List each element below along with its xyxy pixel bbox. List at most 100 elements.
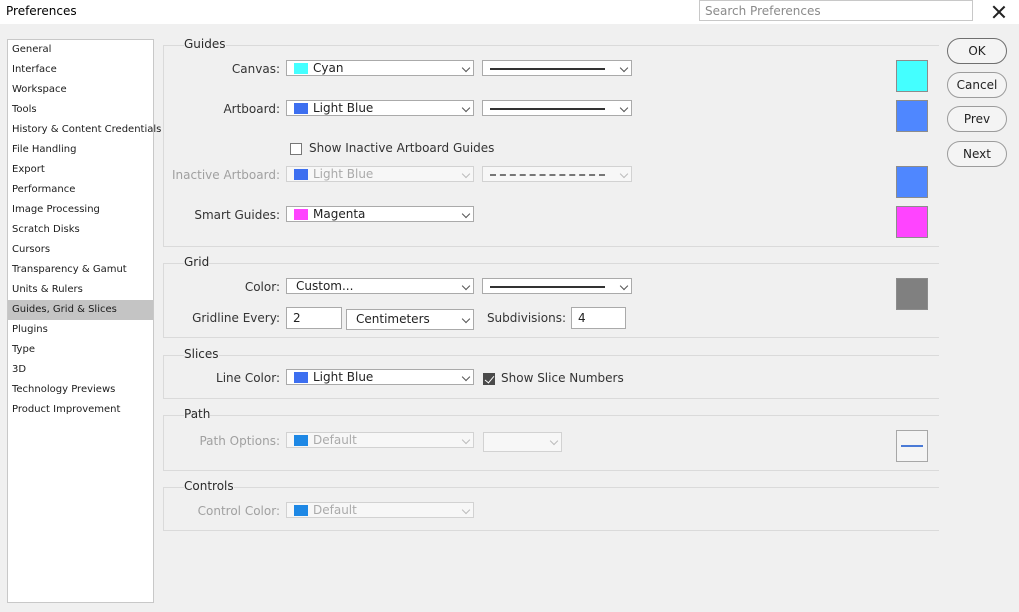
slice-line-color-value: Light Blue xyxy=(313,370,374,384)
slice-line-color-select[interactable]: Light Blue xyxy=(286,369,474,385)
smart-guides-color-select[interactable]: Magenta xyxy=(286,206,474,222)
control-color-value: Default xyxy=(313,503,357,517)
guides-title: Guides xyxy=(184,37,226,51)
sidebar-item-general[interactable]: General xyxy=(8,40,153,60)
subdivisions-label: Subdivisions: xyxy=(486,311,566,325)
smart-guides-color-preview[interactable] xyxy=(896,206,928,238)
control-color-select[interactable]: Default xyxy=(286,502,474,518)
control-color-swatch xyxy=(294,505,308,516)
path-options-label: Path Options: xyxy=(199,434,280,448)
grid-style-select[interactable] xyxy=(482,278,632,294)
path-color-swatch xyxy=(294,435,308,446)
sidebar-item-transparency[interactable]: Transparency & Gamut xyxy=(8,260,153,280)
artboard-color-select[interactable]: Light Blue xyxy=(286,100,474,116)
smart-guides-label: Smart Guides: xyxy=(194,208,280,222)
search-input[interactable] xyxy=(699,0,973,21)
show-slice-numbers-label: Show Slice Numbers xyxy=(501,371,624,385)
smart-guides-color-swatch xyxy=(294,209,308,220)
gridline-unit-select[interactable]: Centimeters xyxy=(346,309,474,330)
chevron-down-icon xyxy=(461,103,471,113)
dashed-line-icon xyxy=(490,174,605,176)
sidebar-item-cursors[interactable]: Cursors xyxy=(8,240,153,260)
sidebar-item-image-processing[interactable]: Image Processing xyxy=(8,200,153,220)
close-icon[interactable] xyxy=(990,3,1008,21)
gridline-every-label: Gridline Every: xyxy=(192,311,280,325)
chevron-down-icon xyxy=(619,281,629,291)
preferences-sidebar: General Interface Workspace Tools Histor… xyxy=(7,39,161,603)
sidebar-item-3d[interactable]: 3D xyxy=(8,360,153,380)
canvas-color-select[interactable]: Cyan xyxy=(286,60,474,76)
artboard-style-select[interactable] xyxy=(482,100,632,116)
artboard-color-value: Light Blue xyxy=(313,101,374,115)
inactive-artboard-label: Inactive Artboard: xyxy=(172,168,280,182)
path-options-value: Default xyxy=(313,433,357,447)
chevron-down-icon xyxy=(461,435,471,445)
inactive-artboard-style-select[interactable] xyxy=(482,166,632,182)
show-inactive-artboard-checkbox[interactable] xyxy=(290,143,302,155)
gridline-unit-value: Centimeters xyxy=(356,312,430,326)
sidebar-item-guides-grid-slices[interactable]: Guides, Grid & Slices xyxy=(8,300,153,320)
canvas-color-preview[interactable] xyxy=(896,60,928,92)
slices-title: Slices xyxy=(184,347,219,361)
grid-title: Grid xyxy=(184,255,210,269)
solid-line-icon xyxy=(490,68,605,70)
next-button[interactable]: Next xyxy=(947,141,1007,167)
canvas-label: Canvas: xyxy=(231,62,280,76)
subdivisions-input[interactable] xyxy=(571,307,626,329)
artboard-color-preview[interactable] xyxy=(896,100,928,132)
chevron-down-icon xyxy=(619,169,629,179)
canvas-style-select[interactable] xyxy=(482,60,632,76)
ok-button[interactable]: OK xyxy=(947,38,1007,64)
chevron-down-icon xyxy=(461,281,471,291)
chevron-down-icon xyxy=(461,314,471,324)
chevron-down-icon xyxy=(619,63,629,73)
path-width-select[interactable] xyxy=(483,432,562,452)
show-inactive-artboard-label: Show Inactive Artboard Guides xyxy=(309,141,495,155)
prev-button[interactable]: Prev xyxy=(947,106,1007,132)
chevron-down-icon xyxy=(619,103,629,113)
path-preview xyxy=(896,430,928,462)
sidebar-item-scratch-disks[interactable]: Scratch Disks xyxy=(8,220,153,240)
control-color-label: Control Color: xyxy=(197,504,280,518)
slice-line-color-label: Line Color: xyxy=(216,371,280,385)
sidebar-item-history[interactable]: History & Content Credentials xyxy=(8,120,161,140)
inactive-artboard-color-swatch xyxy=(294,169,308,180)
canvas-color-swatch xyxy=(294,63,308,74)
sidebar-item-performance[interactable]: Performance xyxy=(8,180,153,200)
chevron-down-icon xyxy=(461,372,471,382)
smart-guides-color-value: Magenta xyxy=(313,207,366,221)
chevron-down-icon xyxy=(461,505,471,515)
inactive-artboard-color-select[interactable]: Light Blue xyxy=(286,166,474,182)
canvas-color-value: Cyan xyxy=(313,61,344,75)
sidebar-item-plugins[interactable]: Plugins xyxy=(8,320,153,340)
chevron-down-icon xyxy=(461,169,471,179)
solid-line-icon xyxy=(490,108,605,110)
sidebar-item-type[interactable]: Type xyxy=(8,340,153,360)
sidebar-item-units-rulers[interactable]: Units & Rulers xyxy=(8,280,153,300)
grid-color-select[interactable]: Custom... xyxy=(286,278,474,294)
sidebar-item-workspace[interactable]: Workspace xyxy=(8,80,153,100)
sidebar-item-product-improvement[interactable]: Product Improvement xyxy=(8,400,153,420)
controls-title: Controls xyxy=(184,479,234,493)
sidebar-item-file-handling[interactable]: File Handling xyxy=(8,140,153,160)
window-title: Preferences xyxy=(6,4,77,18)
solid-line-icon xyxy=(490,286,605,288)
sidebar-item-export[interactable]: Export xyxy=(8,160,153,180)
grid-color-preview[interactable] xyxy=(896,278,928,310)
path-options-select[interactable]: Default xyxy=(286,432,474,448)
sidebar-item-technology-previews[interactable]: Technology Previews xyxy=(8,380,153,400)
chevron-down-icon xyxy=(461,63,471,73)
chevron-down-icon xyxy=(461,209,471,219)
artboard-color-swatch xyxy=(294,103,308,114)
inactive-artboard-color-preview[interactable] xyxy=(896,166,928,198)
path-title: Path xyxy=(184,407,211,421)
sidebar-item-interface[interactable]: Interface xyxy=(8,60,153,80)
inactive-artboard-color-value: Light Blue xyxy=(313,167,374,181)
show-slice-numbers-checkbox[interactable] xyxy=(483,373,495,385)
slice-line-color-swatch xyxy=(294,372,308,383)
gridline-every-input[interactable] xyxy=(286,307,342,329)
title-bar: Preferences xyxy=(0,0,1019,24)
cancel-button[interactable]: Cancel xyxy=(947,72,1007,98)
grid-color-label: Color: xyxy=(244,280,280,294)
sidebar-item-tools[interactable]: Tools xyxy=(8,100,153,120)
